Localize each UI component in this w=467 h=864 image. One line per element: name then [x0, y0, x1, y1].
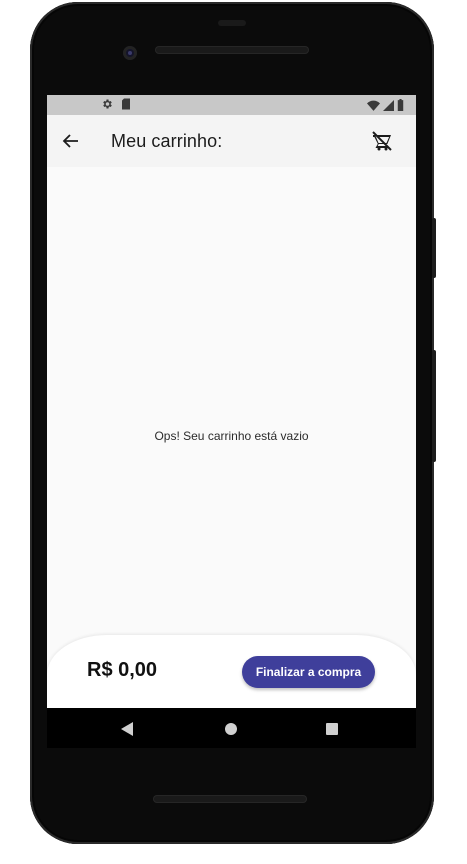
- status-right-icons: [367, 99, 404, 111]
- wifi-icon: [367, 100, 380, 111]
- cart-content: Ops! Seu carrinho está vazio: [47, 167, 416, 708]
- checkout-button[interactable]: Finalizar a compra: [242, 656, 375, 688]
- device-frame-stage: Meu carrinho: Ops! Seu carrinho está vaz…: [0, 0, 467, 864]
- screen: Meu carrinho: Ops! Seu carrinho está vaz…: [47, 95, 416, 748]
- nav-recents-icon[interactable]: [326, 723, 338, 735]
- earpiece: [218, 20, 246, 26]
- empty-cart-message: Ops! Seu carrinho está vazio: [154, 429, 309, 443]
- top-speaker: [155, 46, 309, 54]
- cart-total: R$ 0,00: [87, 659, 158, 681]
- sd-card-icon: [122, 98, 130, 110]
- status-bar: [47, 95, 416, 115]
- page-title: Meu carrinho:: [111, 131, 223, 151]
- front-camera: [123, 46, 137, 60]
- back-button[interactable]: [59, 129, 83, 153]
- app-bar: Meu carrinho:: [47, 115, 416, 167]
- battery-icon: [397, 99, 404, 111]
- status-left-icons: [101, 98, 131, 110]
- nav-home-icon[interactable]: [225, 723, 237, 735]
- remove-shopping-cart-icon: [372, 131, 392, 151]
- arrow-left-icon: [62, 134, 78, 148]
- nav-back-icon[interactable]: [121, 722, 133, 736]
- signal-icon: [383, 99, 394, 111]
- bottom-speaker: [153, 795, 307, 803]
- volume-button: [432, 350, 436, 462]
- navigation-bar: [47, 708, 416, 748]
- clear-cart-button[interactable]: [370, 129, 394, 153]
- power-button: [432, 218, 436, 278]
- gear-icon: [103, 99, 112, 109]
- checkout-panel: R$ 0,00 Finalizar a compra: [47, 635, 416, 715]
